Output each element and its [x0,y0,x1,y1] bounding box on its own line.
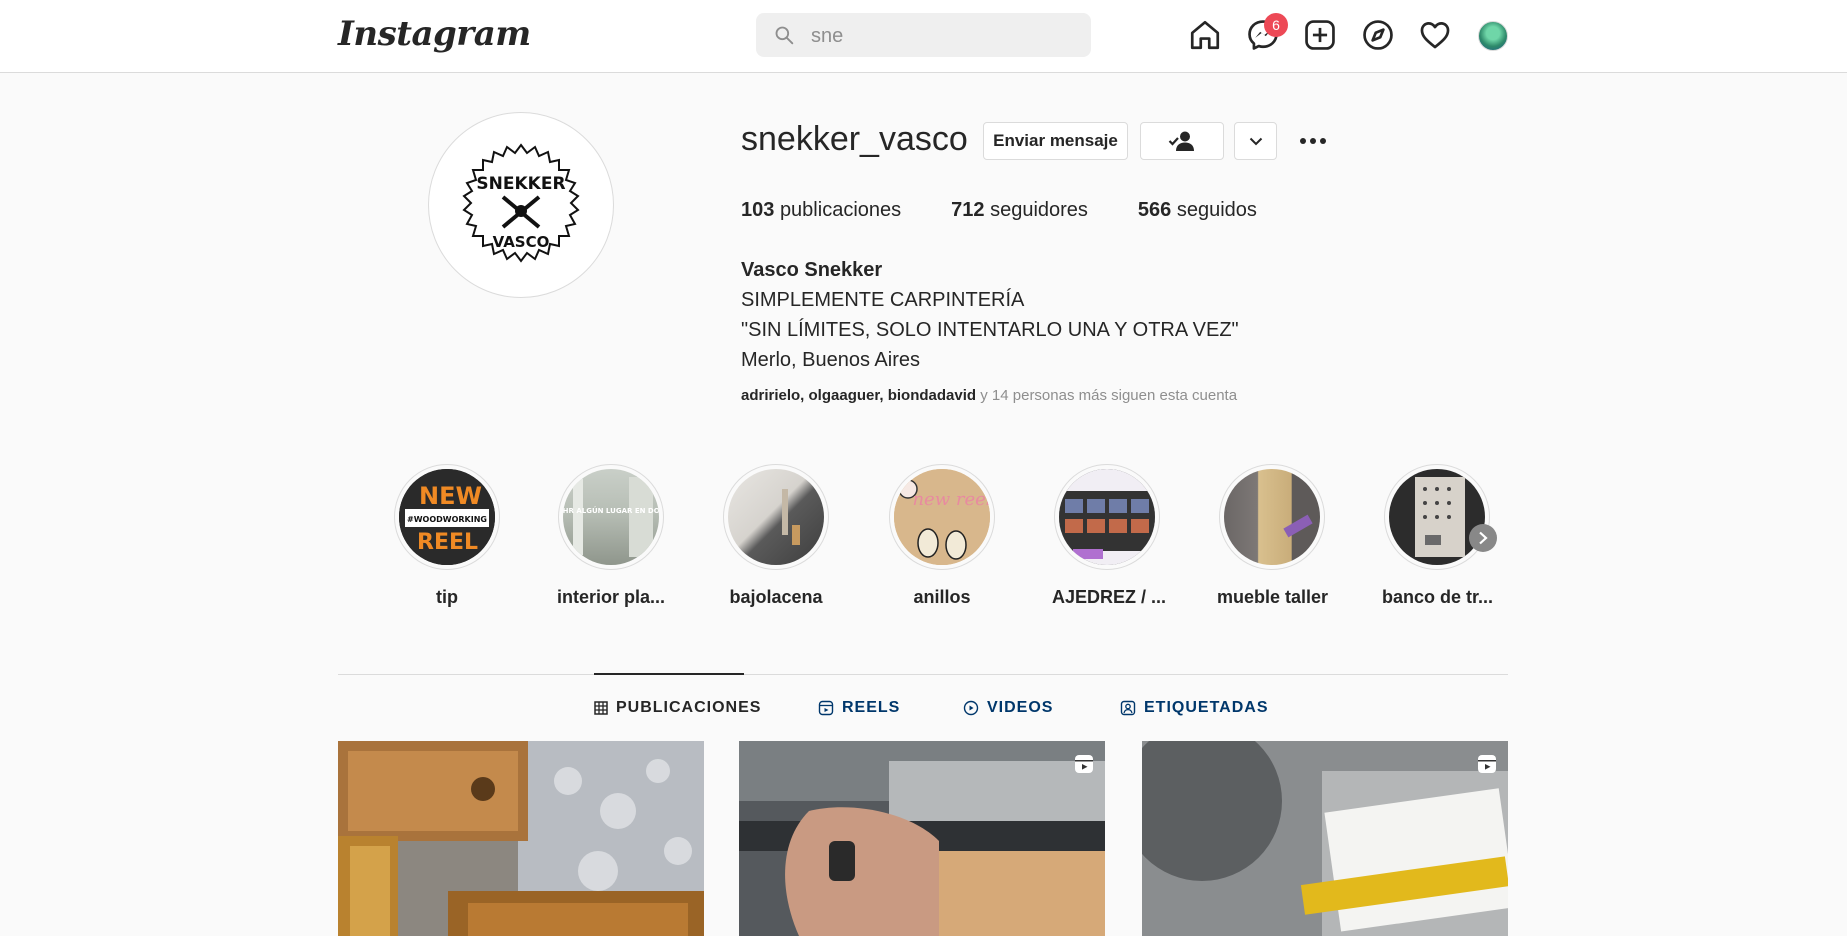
highlight-bajolacena[interactable]: bajolacena [721,464,831,608]
send-message-button[interactable]: Enviar mensaje [983,122,1128,160]
tab-reels[interactable]: REELS [818,699,900,717]
tab-videos[interactable]: VIDEOS [963,699,1053,717]
highlight-cover [1283,514,1313,538]
reel-indicator-icon [1075,755,1093,773]
tabs-divider [338,674,1508,675]
home-icon[interactable] [1188,18,1222,52]
search-icon [775,26,794,45]
new-post-icon[interactable] [1303,18,1337,52]
highlight-anillos[interactable]: new reel anillos [887,464,997,608]
highlight-tip[interactable]: NEW #WOODWORKING REEL tip [392,464,502,608]
profile-picture[interactable]: SNEKKER VASCO [428,112,614,298]
bio-line: SIMPLEMENTE CARPINTERÍA [741,289,1025,311]
post-image [338,741,704,936]
highlights-next-button[interactable] [1469,524,1497,552]
followers-stat[interactable]: 712 seguidores [951,199,1088,222]
svg-text:SNEKKER: SNEKKER [476,174,565,194]
profile-bio: Vasco Snekker SIMPLEMENTE CARPINTERÍA "S… [741,255,1239,375]
tagged-user-icon [1120,700,1136,716]
following-stat[interactable]: 566 seguidos [1138,199,1257,222]
activity-heart-icon[interactable] [1418,18,1452,52]
video-play-icon [963,700,979,716]
followed-by[interactable]: adririelo, olgaaguer, biondadavid y 14 p… [741,387,1237,404]
instagram-logo[interactable]: Instagram [338,14,531,54]
highlight-cover [1415,477,1465,557]
svg-text:new reel: new reel [912,489,990,510]
reels-icon [818,700,834,716]
following-button[interactable] [1140,122,1224,160]
grid-icon [594,701,608,715]
reel-indicator-icon [1478,755,1496,773]
svg-text:#WOODWORKING: #WOODWORKING [407,515,487,524]
explore-icon[interactable] [1361,18,1395,52]
chevron-down-icon [1249,137,1262,146]
post-thumbnail[interactable] [338,741,704,936]
tab-posts[interactable]: PUBLICACIONES [594,699,761,717]
tab-tagged[interactable]: ETIQUETADAS [1120,699,1268,717]
highlight-interior[interactable]: YO QUIERO HR ALGÚN LUGAR EN DONDE PUEDA … [556,464,666,608]
svg-text:REEL: REEL [417,530,478,555]
highlight-cover [782,489,800,545]
highlight-cover: NEW #WOODWORKING REEL [399,469,495,565]
highlight-cover: new reel [894,469,990,565]
bio-location: Merlo, Buenos Aires [741,349,920,371]
more-options-icon[interactable] [1298,126,1328,163]
highlight-cover [1059,469,1155,565]
bio-line: "SIN LÍMITES, SOLO INTENTARLO UNA Y OTRA… [741,319,1239,341]
search-value[interactable]: sne [811,25,843,48]
svg-text:YO QUIERO HR ALGÚN LUGAR EN DO: YO QUIERO HR ALGÚN LUGAR EN DONDE PUEDA [563,506,659,515]
chevron-right-icon [1479,531,1488,545]
active-tab-indicator [594,673,744,675]
post-image [739,741,1105,936]
search-input[interactable]: sne [756,13,1091,57]
posts-stat: 103 publicaciones [741,199,902,221]
post-thumbnail[interactable] [1142,741,1508,936]
user-check-icon [1168,131,1194,151]
snekker-logo-icon: SNEKKER VASCO [462,143,580,263]
svg-text:VASCO: VASCO [493,233,550,251]
highlight-ajedrez[interactable]: AJEDREZ / ... [1052,464,1166,608]
profile-full-name: Vasco Snekker [741,259,883,281]
top-navigation-bar: Instagram sne 6 [0,0,1847,73]
profile-username: snekker_vasco [741,120,968,158]
highlight-mueble-taller[interactable]: mueble taller [1217,464,1328,608]
profile-avatar[interactable] [1478,21,1508,51]
messages-badge: 6 [1264,13,1288,37]
svg-text:NEW: NEW [419,482,482,510]
highlight-cover: YO QUIERO HR ALGÚN LUGAR EN DONDE PUEDA [563,477,659,557]
suggested-dropdown-button[interactable] [1234,122,1277,160]
post-thumbnail[interactable] [739,741,1105,936]
post-image [1142,741,1508,936]
profile-stats: 103 publicaciones 712 seguidores 566 seg… [741,199,1257,222]
